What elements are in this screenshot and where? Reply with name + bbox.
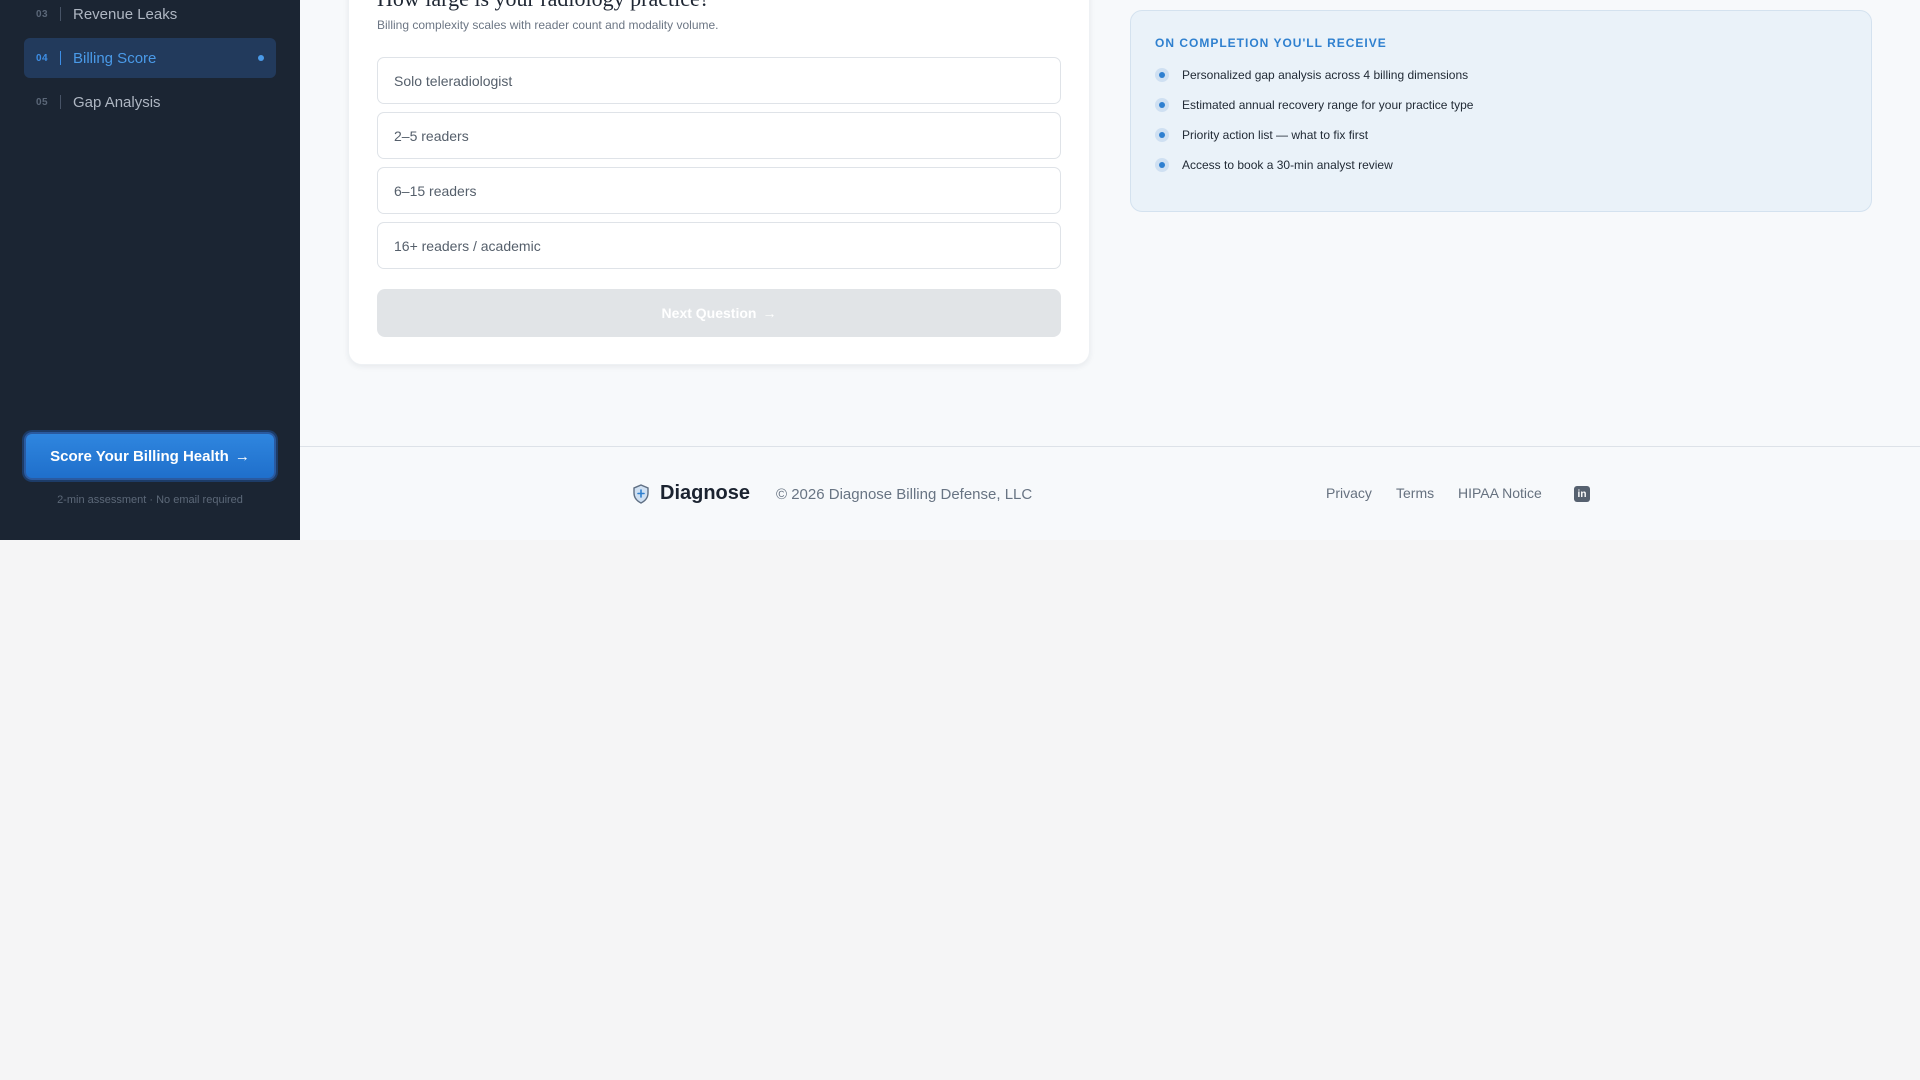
completion-item-text: Priority action list — what to fix first — [1182, 128, 1369, 142]
option-16-plus-readers[interactable]: 16+ readers / academic — [377, 222, 1061, 269]
score-billing-health-button[interactable]: Score Your Billing Health → — [24, 432, 276, 480]
sidebar-item-billing-score[interactable]: 04 Billing Score — [24, 38, 276, 78]
footer — [300, 446, 1920, 540]
step-number: 05 — [36, 96, 49, 108]
completion-item: Priority action list — what to fix first — [1155, 128, 1368, 142]
sidebar-item-revenue-leaks[interactable]: 03 Revenue Leaks — [24, 0, 276, 34]
question-subtitle: Billing complexity scales with reader co… — [377, 18, 719, 32]
step-number: 03 — [36, 8, 49, 20]
sidebar-item-label: Revenue Leaks — [73, 5, 178, 23]
completion-item-text: Estimated annual recovery range for your… — [1182, 98, 1474, 112]
cta-label: Score Your Billing Health — [50, 447, 229, 465]
arrow-right-icon: → — [762, 305, 777, 321]
completion-item: Access to book a 30-min analyst review — [1155, 158, 1393, 172]
terms-link[interactable]: Terms — [1396, 485, 1434, 501]
completion-item-text: Access to book a 30-min analyst review — [1182, 158, 1393, 172]
hipaa-notice-link[interactable]: HIPAA Notice — [1458, 485, 1542, 501]
privacy-link[interactable]: Privacy — [1326, 485, 1372, 501]
bullet-icon — [1155, 98, 1169, 112]
brand-name: Diagnose — [660, 482, 751, 504]
bullet-icon — [1155, 68, 1169, 82]
sidebar-item-label: Gap Analysis — [73, 93, 161, 111]
copyright: © 2026 Diagnose Billing Defense, LLC — [776, 486, 1033, 503]
sidebar-item-label: Billing Score — [73, 49, 157, 67]
divider — [60, 95, 61, 109]
divider — [60, 51, 61, 65]
shield-logo-icon — [633, 483, 649, 504]
footer-logo[interactable]: Diagnose — [632, 482, 750, 505]
sidebar-item-gap-analysis[interactable]: 05 Gap Analysis — [24, 82, 276, 122]
cta-note: 2-min assessment · No email required — [57, 494, 243, 506]
divider — [60, 7, 61, 21]
step-number: 04 — [36, 52, 49, 64]
completion-title: ON COMPLETION YOU'LL RECEIVE — [1155, 36, 1387, 50]
linkedin-icon[interactable]: in — [1574, 486, 1590, 502]
option-solo[interactable]: Solo teleradiologist — [377, 57, 1061, 104]
next-label: Next Question — [661, 305, 757, 321]
bullet-icon — [1155, 128, 1169, 142]
sidebar: 03 Revenue Leaks 04 Billing Score 05 Gap… — [0, 0, 300, 540]
bullet-icon — [1155, 158, 1169, 172]
viewport: 03 Revenue Leaks 04 Billing Score 05 Gap… — [0, 0, 1920, 540]
completion-item: Estimated annual recovery range for your… — [1155, 98, 1473, 112]
active-dot-icon — [258, 55, 264, 61]
completion-item: Personalized gap analysis across 4 billi… — [1155, 68, 1468, 82]
completion-item-text: Personalized gap analysis across 4 billi… — [1182, 68, 1469, 82]
next-question-button[interactable]: Next Question → — [377, 289, 1061, 337]
option-6-15-readers[interactable]: 6–15 readers — [377, 167, 1061, 214]
question-title: How large is your radiology practice? — [377, 0, 710, 12]
arrow-right-icon: → — [234, 447, 250, 465]
option-2-5-readers[interactable]: 2–5 readers — [377, 112, 1061, 159]
